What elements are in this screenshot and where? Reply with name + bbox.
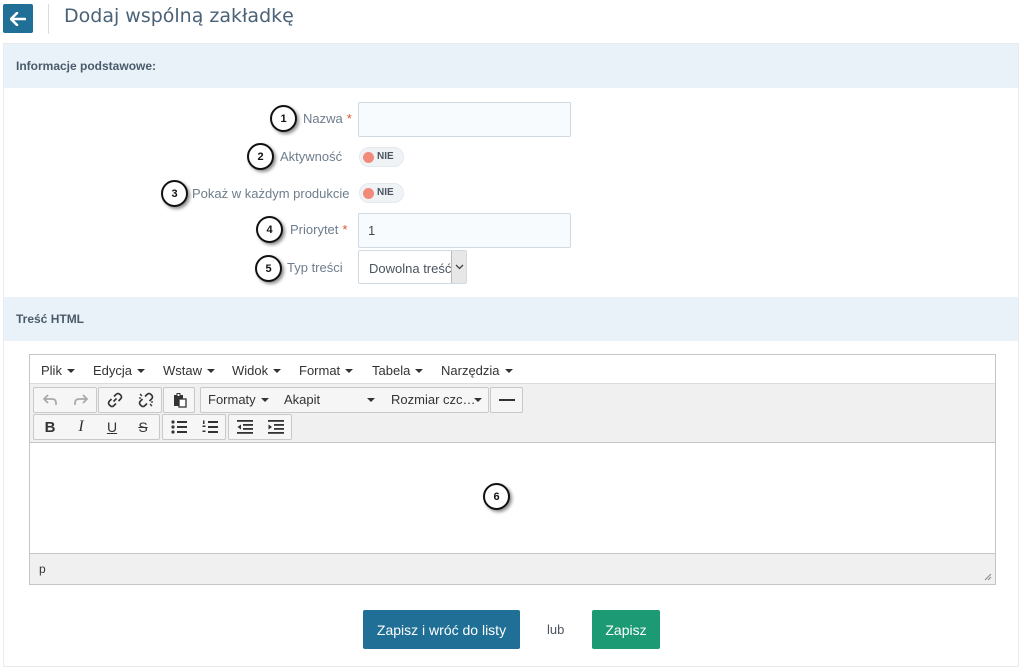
menu-insert[interactable]: Wstaw [163, 363, 215, 378]
menu-file-label: Plik [41, 363, 62, 378]
indent-button[interactable] [261, 415, 291, 439]
list-group [162, 414, 226, 440]
callout-badge-4: 4 [256, 216, 283, 243]
back-button[interactable] [3, 4, 33, 33]
editor-content-area[interactable]: 6 [30, 444, 995, 553]
active-toggle-label: NIE [377, 151, 394, 162]
underline-icon: U [106, 419, 118, 435]
menu-file[interactable]: Plik [41, 363, 75, 378]
numbered-list-icon [202, 420, 218, 433]
callout-badge-1: 1 [270, 105, 297, 132]
callout-badge-2: 2 [247, 143, 274, 170]
horizontal-rule-button[interactable] [492, 388, 522, 412]
required-mark: * [346, 111, 352, 126]
undo-button[interactable] [35, 388, 65, 412]
callout-badge-5: 5 [255, 255, 282, 282]
resize-handle-icon[interactable] [984, 573, 992, 581]
bold-button[interactable]: B [35, 415, 65, 439]
section-basic-header: Informacje podstawowe: [4, 44, 1018, 88]
link-group [98, 387, 162, 413]
save-button[interactable]: Zapisz [592, 610, 660, 649]
strikethrough-button[interactable]: S [128, 415, 158, 439]
block-format-dropdown[interactable]: Akapit [277, 388, 383, 412]
outdent-button[interactable] [230, 415, 260, 439]
italic-button[interactable]: I [66, 415, 96, 439]
font-size-label: Rozmiar czc… [391, 392, 476, 407]
show-in-every-product-toggle[interactable]: NIE [359, 183, 404, 203]
bullet-list-button[interactable] [164, 415, 194, 439]
priority-input[interactable] [358, 213, 571, 248]
formats-dropdown-label: Formaty [208, 392, 256, 407]
show-toggle-label: NIE [377, 187, 394, 198]
priority-label: Priorytet * [290, 222, 347, 237]
title-separator [48, 4, 49, 34]
name-label-text: Nazwa [303, 111, 343, 126]
toggle-off-indicator [363, 152, 374, 163]
format-dropdown-group: Formaty Akapit Rozmiar czc… [200, 387, 489, 413]
indent-group [228, 414, 292, 440]
bold-icon: B [44, 418, 56, 436]
menu-view-label: Widok [232, 363, 269, 378]
numbered-list-button[interactable] [195, 415, 225, 439]
unlink-icon [138, 392, 154, 408]
save-and-return-button[interactable]: Zapisz i wróć do listy [363, 610, 520, 649]
paste-icon [174, 393, 187, 408]
bullet-list-icon [171, 420, 187, 434]
history-group [33, 387, 97, 413]
indent-icon [268, 420, 284, 434]
horizontal-rule-icon [499, 399, 515, 401]
text-style-group: B I U S [33, 414, 160, 440]
menu-tools[interactable]: Narzędzia [441, 363, 513, 378]
active-label: Aktywność [280, 149, 343, 164]
or-separator-text: lub [547, 622, 565, 637]
redo-button[interactable] [66, 388, 96, 412]
arrow-left-icon [10, 11, 26, 26]
outdent-icon [237, 420, 253, 434]
menu-table[interactable]: Tabela [372, 363, 424, 378]
content-type-value: Dowolna treść [369, 261, 452, 276]
callout-badge-6: 6 [483, 483, 510, 510]
editor-toolbar: Formaty Akapit Rozmiar czc… B I U S [30, 384, 995, 443]
redo-icon [74, 394, 88, 405]
menu-tools-label: Narzędzia [441, 363, 500, 378]
paste-group [163, 387, 195, 413]
formats-dropdown[interactable]: Formaty [201, 388, 276, 412]
font-size-dropdown[interactable]: Rozmiar czc… [384, 388, 488, 412]
link-icon [107, 392, 123, 408]
hr-group [490, 387, 523, 413]
required-mark: * [342, 222, 348, 237]
menu-insert-label: Wstaw [163, 363, 202, 378]
show-in-every-product-label: Pokaż w każdym produkcie [192, 186, 350, 201]
name-input[interactable] [358, 102, 571, 137]
toggle-off-indicator [363, 188, 374, 199]
underline-button[interactable]: U [97, 415, 127, 439]
callout-badge-3: 3 [161, 180, 188, 207]
content-type-select[interactable]: Dowolna treść [358, 250, 467, 284]
chevron-down-icon [451, 251, 466, 283]
element-path[interactable]: p [39, 562, 46, 576]
menu-edit-label: Edycja [93, 363, 133, 378]
strikethrough-icon: S [138, 419, 148, 435]
active-toggle[interactable]: NIE [359, 147, 404, 167]
page-title: Dodaj wspólną zakładkę [64, 5, 294, 27]
html-editor: Plik Edycja Wstaw Widok Format Tabela Na… [29, 354, 996, 585]
block-format-label: Akapit [284, 392, 321, 407]
priority-label-text: Priorytet [290, 222, 339, 237]
menu-format[interactable]: Format [299, 363, 354, 378]
section-html-header: Treść HTML [4, 297, 1018, 341]
remove-link-button[interactable] [131, 388, 161, 412]
menu-table-label: Tabela [372, 363, 411, 378]
name-label: Nazwa * [303, 111, 352, 126]
editor-menubar: Plik Edycja Wstaw Widok Format Tabela Na… [30, 355, 995, 384]
content-type-label: Typ treści [287, 260, 343, 275]
menu-format-label: Format [299, 363, 341, 378]
paste-button[interactable] [165, 388, 195, 412]
menu-view[interactable]: Widok [232, 363, 282, 378]
italic-icon: I [78, 418, 84, 435]
undo-icon [43, 394, 57, 405]
insert-link-button[interactable] [100, 388, 130, 412]
editor-statusbar: p [30, 553, 995, 584]
menu-edit[interactable]: Edycja [93, 363, 146, 378]
